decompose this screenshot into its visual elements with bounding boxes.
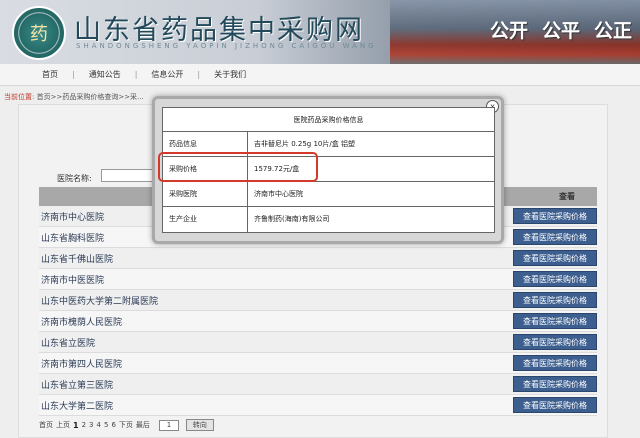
hospital-name-link[interactable]: 济南市第四人民医院 — [41, 357, 122, 370]
view-price-button[interactable]: 查看医院采购价格 — [513, 229, 597, 245]
view-price-button[interactable]: 查看医院采购价格 — [513, 292, 597, 308]
table-row: 济南市第四人民医院 查看医院采购价格 — [39, 353, 597, 374]
pager-page-link[interactable]: 6 — [111, 421, 115, 429]
pager-next-link[interactable]: 下页 — [119, 420, 133, 430]
slogan-word: 公正 — [593, 20, 632, 42]
slogan-word: 公平 — [541, 20, 580, 42]
slogan: 公开 公平 公正 — [490, 16, 632, 43]
view-price-button[interactable]: 查看医院采购价格 — [513, 355, 597, 371]
nav-item-about[interactable]: 关于我们 — [200, 69, 260, 80]
table-row: 山东省立第三医院 查看医院采购价格 — [39, 374, 597, 395]
pager-page-link[interactable]: 2 — [82, 421, 86, 429]
hospital-name-link[interactable]: 山东大学第二医院 — [41, 399, 113, 412]
nav-item-notices[interactable]: 通知公告 — [75, 69, 135, 80]
dialog-row-label: 生产企业 — [163, 207, 248, 232]
hospital-name-link[interactable]: 山东中医药大学第二附属医院 — [41, 294, 158, 307]
header-banner: 药 山东省药品集中采购网 SHANDONGSHENG YAOPIN JIZHON… — [0, 0, 640, 64]
column-header-view: 查看 — [559, 192, 575, 201]
nav-item-disclosure[interactable]: 信息公开 — [137, 69, 197, 80]
dialog-row-value: 济南市中心医院 — [254, 190, 303, 198]
table-row: 山东省千佛山医院 查看医院采购价格 — [39, 248, 597, 269]
pager-page-link[interactable]: 5 — [104, 421, 108, 429]
hospital-name-link[interactable]: 山东省千佛山医院 — [41, 252, 113, 265]
table-row: 山东大学第二医院 查看医院采购价格 — [39, 395, 597, 416]
dialog-row-value: 齐鲁制药(海南)有限公司 — [254, 215, 330, 223]
hospital-name-link[interactable]: 山东省立医院 — [41, 336, 95, 349]
pager-page-link[interactable]: 3 — [89, 421, 93, 429]
search-label: 医院名称: — [57, 174, 92, 183]
breadcrumb: 当前位置: 首页>>药品采购价格查询>>采... — [4, 92, 144, 102]
hospital-name-link[interactable]: 济南市中心医院 — [41, 210, 104, 223]
view-price-button[interactable]: 查看医院采购价格 — [513, 271, 597, 287]
view-price-button[interactable]: 查看医院采购价格 — [513, 376, 597, 392]
nav-item-home[interactable]: 首页 — [28, 69, 72, 80]
hospital-name-link[interactable]: 济南市槐荫人民医院 — [41, 315, 122, 328]
site-emblem-icon: 药 — [12, 6, 66, 60]
main-nav: 首页 | 通知公告 | 信息公开 | 关于我们 — [0, 64, 640, 86]
table-row: 山东省立医院 查看医院采购价格 — [39, 332, 597, 353]
slogan-word: 公开 — [489, 20, 528, 42]
breadcrumb-label: 当前位置: — [4, 93, 35, 101]
dialog-row: 采购医院 济南市中心医院 — [163, 182, 494, 207]
pager-current-page: 1 — [73, 420, 79, 430]
pagination: 首页 上页 1 2 3 4 5 6 下页 最后 1 转向 — [39, 419, 214, 431]
table-row: 济南市中医医院 查看医院采购价格 — [39, 269, 597, 290]
pager-page-link[interactable]: 4 — [97, 421, 101, 429]
view-price-button[interactable]: 查看医院采购价格 — [513, 250, 597, 266]
dialog-row-label: 采购医院 — [163, 182, 248, 206]
pager-go-button[interactable]: 转向 — [185, 419, 214, 431]
view-price-button[interactable]: 查看医院采购价格 — [513, 313, 597, 329]
hospital-name-link[interactable]: 济南市中医医院 — [41, 273, 104, 286]
pager-page-input[interactable]: 1 — [158, 419, 179, 431]
view-price-button[interactable]: 查看医院采购价格 — [513, 334, 597, 350]
table-row: 山东中医药大学第二附属医院 查看医院采购价格 — [39, 290, 597, 311]
pager-prev-link[interactable]: 上页 — [56, 420, 70, 430]
hospital-name-link[interactable]: 山东省胸科医院 — [41, 231, 104, 244]
dialog-row: 生产企业 齐鲁制药(海南)有限公司 — [163, 207, 494, 232]
breadcrumb-path[interactable]: 首页>>药品采购价格查询>>采... — [37, 93, 144, 101]
hospital-name-link[interactable]: 山东省立第三医院 — [41, 378, 113, 391]
table-row: 济南市槐荫人民医院 查看医院采购价格 — [39, 311, 597, 332]
price-highlight-box — [158, 152, 318, 182]
view-price-button[interactable]: 查看医院采购价格 — [513, 208, 597, 224]
pager-last-link[interactable]: 最后 — [136, 420, 150, 430]
site-subtitle: SHANDONGSHENG YAOPIN JIZHONG CAIGOU WANG — [76, 42, 377, 50]
pager-first-link[interactable]: 首页 — [39, 420, 53, 430]
view-price-button[interactable]: 查看医院采购价格 — [513, 397, 597, 413]
dialog-title: 医院药品采购价格信息 — [163, 108, 494, 132]
